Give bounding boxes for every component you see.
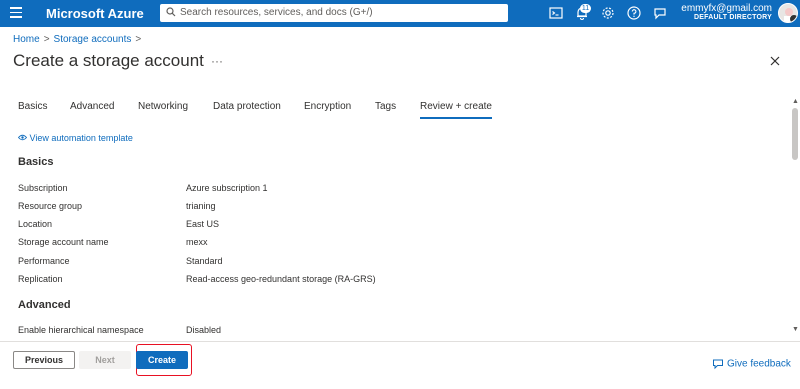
- user-account[interactable]: emmyfx@gmail.com DEFAULT DIRECTORY: [681, 3, 772, 21]
- tab-encryption[interactable]: Encryption: [304, 101, 351, 112]
- search-icon: [166, 7, 176, 17]
- settings-gear-icon[interactable]: [600, 5, 616, 21]
- breadcrumb-chevron-icon: >: [135, 34, 142, 45]
- tab-networking[interactable]: Networking: [138, 101, 188, 112]
- breadcrumb-storage-accounts-link[interactable]: Storage accounts: [54, 34, 132, 45]
- value-hierarchical-namespace: Disabled: [186, 325, 222, 335]
- tab-basics[interactable]: Basics: [18, 101, 47, 112]
- search-placeholder: Search resources, services, and docs (G+…: [180, 7, 373, 18]
- section-heading-basics: Basics: [18, 156, 54, 168]
- label-performance: Performance: [18, 256, 70, 266]
- value-replication: Read-access geo-redundant storage (RA-GR…: [186, 274, 376, 284]
- breadcrumb-home-link[interactable]: Home: [13, 34, 40, 45]
- eye-icon: [17, 134, 28, 141]
- automation-link-label: View automation template: [29, 133, 133, 143]
- give-feedback-link[interactable]: Give feedback: [712, 358, 791, 370]
- notification-count-badge: 11: [580, 4, 591, 13]
- section-heading-advanced: Advanced: [18, 299, 71, 311]
- scrollbar-thumb[interactable]: [792, 108, 798, 160]
- scroll-up-arrow-icon[interactable]: ▲: [792, 98, 799, 105]
- label-hierarchical-namespace: Enable hierarchical namespace: [18, 325, 144, 335]
- label-resource-group: Resource group: [18, 201, 83, 211]
- brand-title[interactable]: Microsoft Azure: [46, 6, 144, 21]
- value-resource-group: trianing: [186, 201, 216, 211]
- breadcrumb: Home > Storage accounts >: [13, 34, 145, 45]
- previous-button[interactable]: Previous: [13, 351, 75, 369]
- feedback-icon[interactable]: [652, 5, 668, 21]
- scroll-down-arrow-icon[interactable]: ▼: [792, 326, 799, 333]
- footer-bar: Previous Next Create Give feedback: [0, 341, 800, 389]
- label-location: Location: [18, 219, 53, 229]
- help-icon[interactable]: [626, 5, 642, 21]
- view-automation-template-link[interactable]: View automation template: [17, 133, 133, 143]
- top-bar: Microsoft Azure Search resources, servic…: [0, 0, 800, 27]
- value-performance: Standard: [186, 256, 223, 266]
- give-feedback-label: Give feedback: [727, 358, 791, 370]
- breadcrumb-chevron-icon: >: [43, 34, 50, 45]
- page-title: Create a storage account: [13, 51, 204, 70]
- vertical-scrollbar[interactable]: ▲ ▼: [791, 96, 800, 340]
- next-button[interactable]: Next: [79, 351, 131, 369]
- feedback-person-icon: [713, 359, 723, 370]
- more-options-button[interactable]: ···: [211, 54, 223, 68]
- tab-tags[interactable]: Tags: [375, 101, 396, 112]
- tab-advanced[interactable]: Advanced: [70, 101, 114, 112]
- cloud-shell-icon[interactable]: [548, 5, 564, 21]
- label-replication: Replication: [18, 274, 63, 284]
- value-storage-account-name: mexx: [186, 237, 208, 247]
- create-button[interactable]: Create: [136, 351, 188, 369]
- value-subscription: Azure subscription 1: [186, 183, 268, 193]
- user-email: emmyfx@gmail.com: [681, 3, 772, 14]
- label-subscription: Subscription: [18, 183, 68, 193]
- avatar-image-icon: [784, 8, 797, 22]
- avatar[interactable]: [778, 3, 798, 23]
- search-input[interactable]: Search resources, services, and docs (G+…: [160, 4, 508, 22]
- user-directory: DEFAULT DIRECTORY: [694, 14, 772, 21]
- value-location: East US: [186, 219, 220, 229]
- label-storage-account-name: Storage account name: [18, 237, 109, 247]
- hamburger-menu-icon[interactable]: [10, 7, 22, 19]
- tab-data-protection[interactable]: Data protection: [213, 101, 281, 112]
- tab-review-create[interactable]: Review + create: [420, 101, 492, 119]
- close-icon[interactable]: [770, 56, 780, 66]
